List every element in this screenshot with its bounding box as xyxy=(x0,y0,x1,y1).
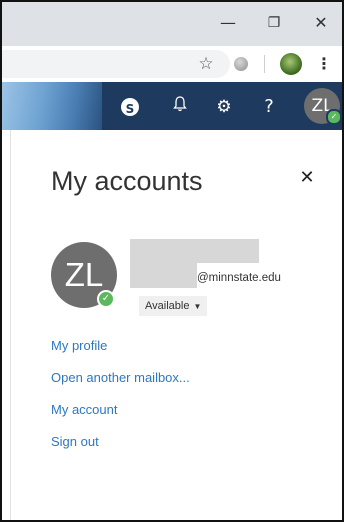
help-icon[interactable]: ? xyxy=(258,96,280,118)
browser-window: — ❐ ✕ ☆ ⋮ S ⚙ ? ZL ✓ My accounts ✕ ZL ✓ … xyxy=(0,0,344,522)
extension-icon[interactable] xyxy=(234,57,248,71)
bell-icon xyxy=(173,96,187,112)
redacted-name xyxy=(130,239,259,263)
panel-title: My accounts xyxy=(51,166,203,196)
sign-out-link[interactable]: Sign out xyxy=(51,434,99,449)
browser-menu-icon[interactable]: ⋮ xyxy=(316,53,332,75)
settings-gear-icon[interactable]: ⚙ xyxy=(213,96,235,118)
window-titlebar: — ❐ ✕ xyxy=(2,2,342,46)
restore-button[interactable]: ❐ xyxy=(261,10,287,36)
notifications-bell-icon[interactable] xyxy=(169,96,191,118)
my-account-link[interactable]: My account xyxy=(51,402,117,417)
presence-status-dropdown[interactable]: Available ▼ xyxy=(139,296,208,316)
bookmark-star-icon[interactable]: ☆ xyxy=(195,53,217,75)
account-avatar-initials: ZL xyxy=(64,256,104,293)
presence-available-icon: ✓ xyxy=(97,290,115,308)
header-avatar[interactable]: ZL ✓ xyxy=(304,88,342,125)
account-email-domain: @minnstate.edu xyxy=(197,272,281,284)
header-banner xyxy=(2,82,102,130)
open-another-mailbox-link[interactable]: Open another mailbox... xyxy=(51,370,190,385)
redacted-email-user xyxy=(130,263,197,288)
skype-icon[interactable]: S xyxy=(121,98,139,116)
presence-status-label: Available xyxy=(145,300,190,312)
presence-available-icon: ✓ xyxy=(326,109,342,125)
account-avatar: ZL ✓ xyxy=(51,242,117,308)
close-window-button[interactable]: ✕ xyxy=(308,10,334,36)
profile-avatar-icon[interactable] xyxy=(280,53,302,75)
close-panel-button[interactable]: ✕ xyxy=(296,167,318,189)
toolbar-separator xyxy=(264,55,265,73)
minimize-button[interactable]: — xyxy=(215,10,241,36)
chevron-down-icon: ▼ xyxy=(193,302,202,311)
my-profile-link[interactable]: My profile xyxy=(51,338,107,353)
